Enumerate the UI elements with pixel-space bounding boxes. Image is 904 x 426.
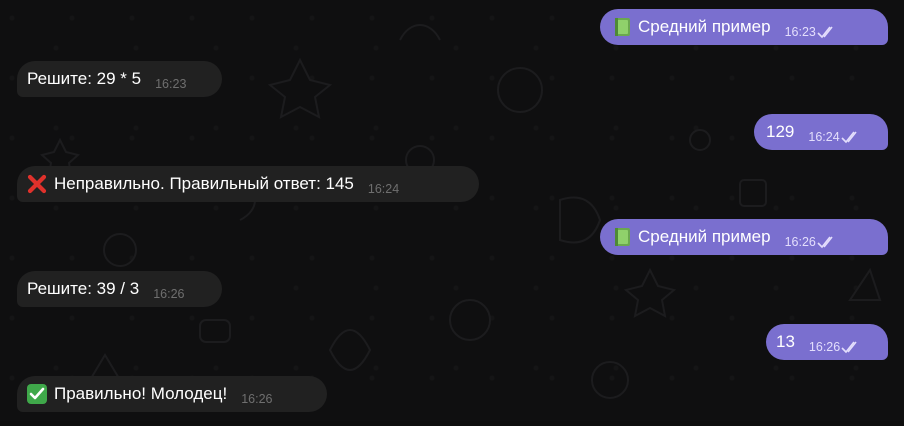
message-timestamp: 16:23: [785, 25, 838, 39]
message-timestamp: 16:26: [241, 392, 272, 406]
message-label: Средний пример: [638, 227, 771, 246]
time-text: 16:24: [367, 182, 400, 196]
green-book-icon: [615, 18, 630, 36]
double-check-icon: [841, 341, 857, 354]
message-timestamp: 16:26: [153, 287, 184, 301]
message-label: Правильно! Молодец!: [54, 384, 228, 403]
time-text: 16:23: [784, 25, 816, 39]
double-check-icon: [841, 131, 857, 144]
red-cross-icon: [27, 174, 47, 194]
message-timestamp: 16:26: [785, 235, 838, 249]
message-text: 13: [776, 332, 795, 352]
message-text: Средний пример: [614, 227, 771, 247]
double-check-icon: [817, 236, 833, 249]
time-text: 16:26: [153, 287, 185, 301]
message-label: Решите: 39 / 3: [27, 279, 140, 298]
message-timestamp: 16:26: [809, 340, 862, 354]
time-text: 16:23: [155, 77, 187, 91]
message-label: Неправильно. Правильный ответ: 145: [54, 174, 354, 193]
message-text: Средний пример: [614, 17, 771, 37]
message-timestamp: 16:24: [368, 182, 399, 196]
incoming-message-bubble[interactable]: Правильно! Молодец! 16:26: [17, 376, 327, 412]
incoming-message-bubble[interactable]: Неправильно. Правильный ответ: 145 16:24: [17, 166, 479, 202]
time-text: 16:26: [808, 340, 841, 354]
message-timestamp: 16:24: [808, 130, 861, 144]
message-text: Правильно! Молодец!: [26, 383, 227, 405]
message-label: 129: [766, 122, 795, 141]
message-text: Решите: 29 * 5: [27, 69, 141, 89]
outgoing-message-bubble[interactable]: 129 16:24: [754, 114, 888, 150]
time-text: 16:26: [241, 392, 273, 406]
double-check-icon: [817, 26, 833, 39]
message-text: Неправильно. Правильный ответ: 145: [26, 173, 354, 195]
outgoing-message-bubble[interactable]: Средний пример 16:26: [600, 219, 888, 255]
chat-area[interactable]: Средний пример 16:23 Решите: 29 * 5 16:2…: [0, 0, 904, 421]
check-mark-icon: [27, 384, 47, 404]
message-text: 129: [766, 122, 794, 142]
message-label: Средний пример: [638, 17, 771, 36]
incoming-message-bubble[interactable]: Решите: 39 / 3 16:26: [17, 271, 222, 307]
outgoing-message-bubble[interactable]: Средний пример 16:23: [600, 9, 888, 45]
green-book-icon: [615, 228, 630, 246]
message-timestamp: 16:23: [155, 77, 186, 91]
outgoing-message-bubble[interactable]: 13 16:26: [766, 324, 888, 360]
message-text: Решите: 39 / 3: [27, 279, 139, 299]
incoming-message-bubble[interactable]: Решите: 29 * 5 16:23: [17, 61, 222, 97]
message-label: 13: [776, 332, 795, 351]
message-label: Решите: 29 * 5: [27, 69, 142, 88]
time-text: 16:24: [808, 130, 840, 144]
time-text: 16:26: [784, 235, 816, 249]
